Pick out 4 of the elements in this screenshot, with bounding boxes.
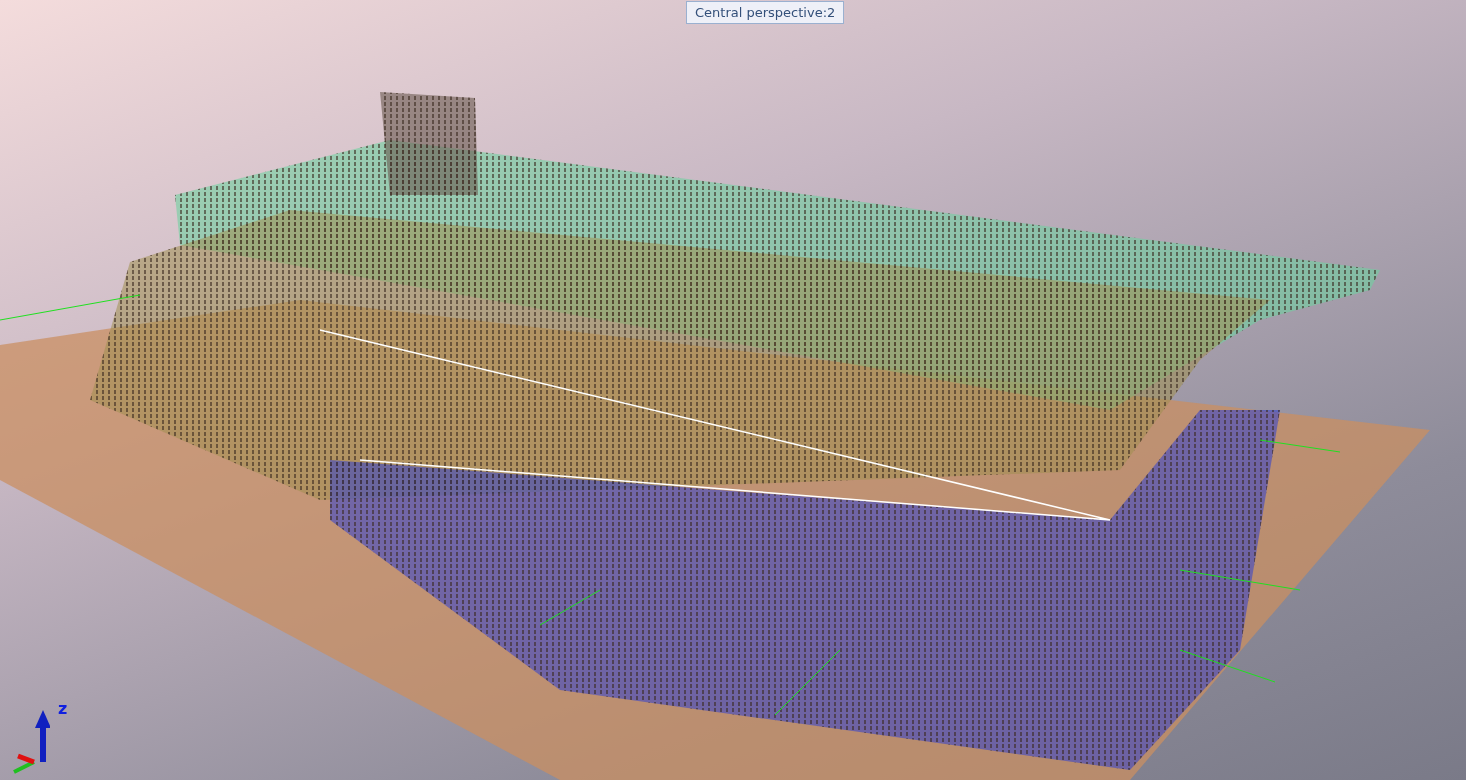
axis-triad-icon [10, 710, 50, 774]
view-label: Central perspective:2 [686, 1, 845, 24]
axis-label: z [58, 699, 68, 718]
3d-viewport[interactable]: Central perspective:2 z [0, 0, 1466, 780]
